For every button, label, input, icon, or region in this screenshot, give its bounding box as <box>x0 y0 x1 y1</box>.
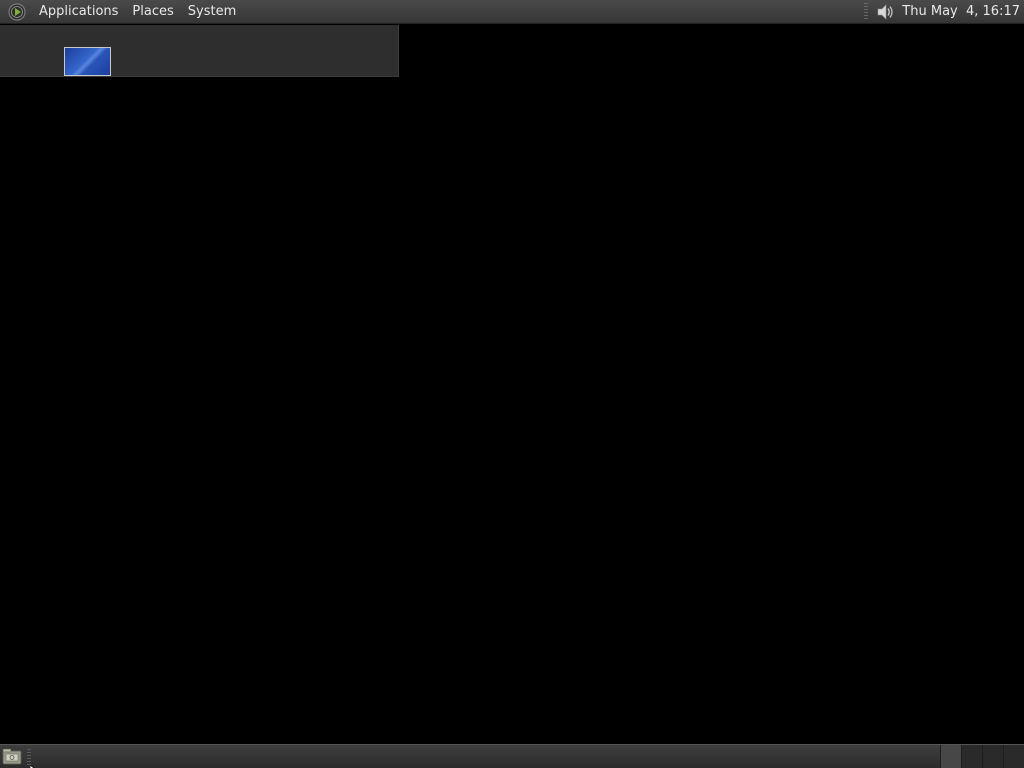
workspace-1[interactable] <box>940 745 961 768</box>
workspace-thumbnail[interactable] <box>64 47 111 76</box>
mouse-pointer-icon <box>29 759 40 768</box>
menu-system[interactable]: System <box>181 0 243 24</box>
workspace-3[interactable] <box>982 745 1003 768</box>
panel-drag-handle[interactable] <box>864 2 869 21</box>
workspace-preview-popup <box>0 25 399 77</box>
clock[interactable]: Thu May 4, 16:17 <box>902 4 1024 19</box>
menu-places[interactable]: Places <box>125 0 180 24</box>
menu-applications[interactable]: Applications <box>32 0 125 24</box>
workspace-switcher <box>940 745 1024 768</box>
top-panel: Applications Places System Thu May 4, 16… <box>0 0 1024 24</box>
workspace-4[interactable] <box>1003 745 1024 768</box>
speaker-volume-icon[interactable] <box>874 1 896 23</box>
desktop: Applications Places System Thu May 4, 16… <box>0 0 1024 768</box>
notification-area: Thu May 4, 16:17 <box>864 0 1024 24</box>
distro-logo-icon[interactable] <box>6 1 28 23</box>
bottom-panel <box>0 744 1024 768</box>
workspace-2[interactable] <box>961 745 982 768</box>
show-desktop-icon[interactable] <box>2 748 22 765</box>
